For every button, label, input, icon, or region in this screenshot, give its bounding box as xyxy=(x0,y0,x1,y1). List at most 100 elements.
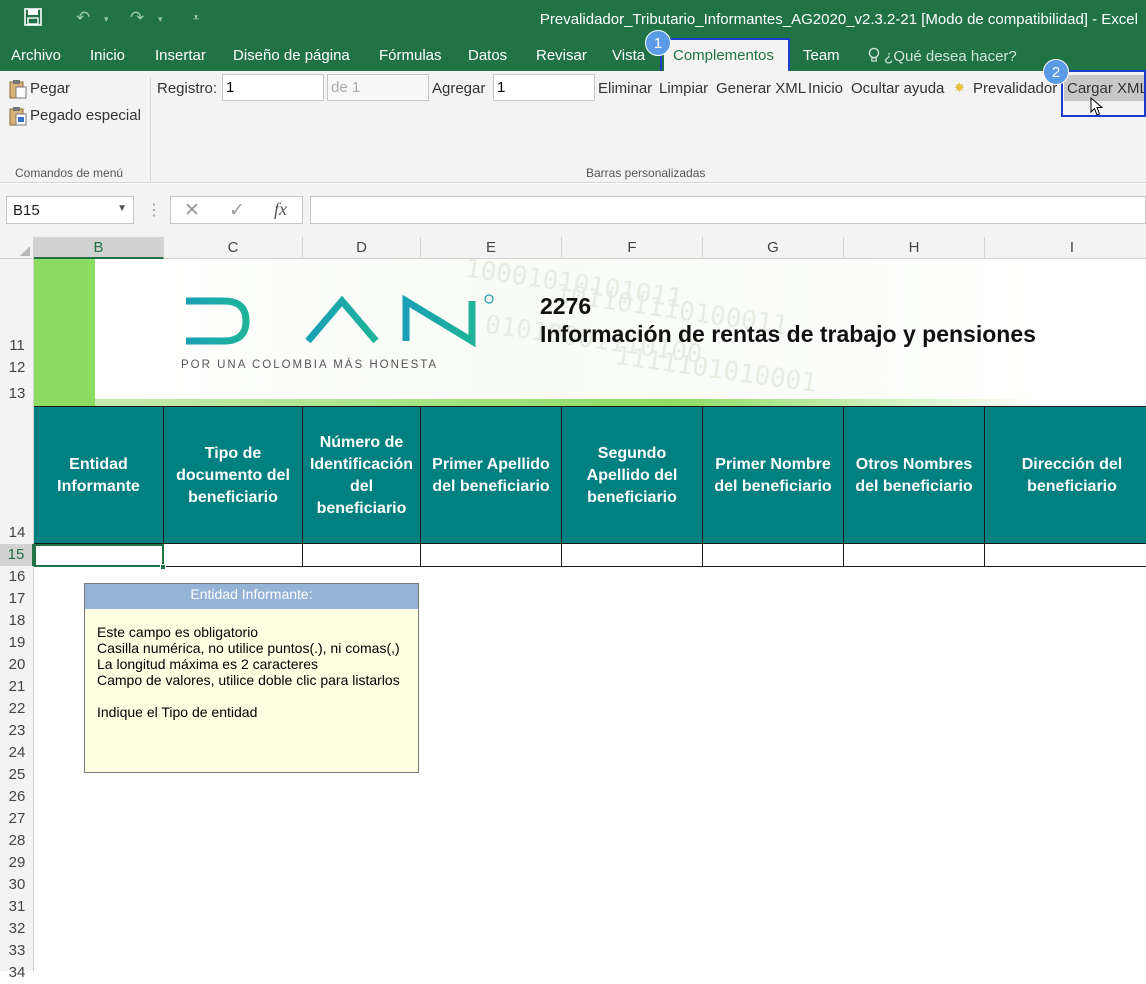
row-header[interactable]: 31 xyxy=(0,898,34,918)
ribbon-separator xyxy=(150,77,151,181)
column-header-c[interactable]: C xyxy=(164,237,303,259)
tab-inicio[interactable]: Inicio xyxy=(90,47,125,64)
tab-revisar[interactable]: Revisar xyxy=(536,47,587,64)
check-icon[interactable]: ✓ xyxy=(229,199,245,222)
row-headers: 11 12 13 14 15 16 17 18 19 20 21 22 23 2… xyxy=(0,259,34,981)
header-cell-tipo-documento[interactable]: Tipo de documento del beneficiario xyxy=(164,407,303,545)
resize-handle-icon[interactable]: ⋮ xyxy=(146,200,162,220)
cell-h15[interactable] xyxy=(844,544,985,566)
tell-me-search[interactable]: ¿Qué desea hacer? xyxy=(868,47,1017,65)
row-header[interactable]: 21 xyxy=(0,678,34,698)
dian-tagline: POR UNA COLOMBIA MÁS HONESTA xyxy=(181,359,439,371)
row-header[interactable]: 33 xyxy=(0,942,34,962)
column-header-d[interactable]: D xyxy=(303,237,421,259)
agregar-input[interactable] xyxy=(493,74,595,101)
cell-g15[interactable] xyxy=(703,544,844,566)
row-header[interactable]: 13 xyxy=(0,385,34,406)
row-header[interactable]: 18 xyxy=(0,612,34,632)
lightbulb-icon xyxy=(868,47,880,62)
window-title: Prevalidador_Tributario_Informantes_AG20… xyxy=(539,11,1138,28)
row-header[interactable]: 20 xyxy=(0,656,34,676)
cell-c15[interactable] xyxy=(164,544,303,566)
save-icon[interactable] xyxy=(24,8,42,31)
tab-formulas[interactable]: Fórmulas xyxy=(379,47,442,64)
help-box-title: Entidad Informante: xyxy=(85,584,418,609)
column-headers: B C D E F G H I xyxy=(0,237,1146,259)
ocultar-ayuda-button[interactable]: Ocultar ayuda xyxy=(851,80,944,97)
row-header[interactable]: 17 xyxy=(0,590,34,610)
eliminar-button[interactable]: Eliminar xyxy=(598,80,652,97)
row-header[interactable]: 14 xyxy=(0,524,34,544)
cell-f15[interactable] xyxy=(562,544,703,566)
fill-handle[interactable] xyxy=(160,564,166,570)
header-cell-primer-nombre[interactable]: Primer Nombre del beneficiario xyxy=(703,407,844,545)
registro-label: Registro: xyxy=(157,80,218,97)
row-header[interactable]: 30 xyxy=(0,876,34,896)
registro-input[interactable] xyxy=(222,74,324,101)
limpiar-button[interactable]: Limpiar xyxy=(659,80,708,97)
header-cell-otros-nombres[interactable]: Otros Nombres del beneficiario xyxy=(844,407,985,545)
paste-button[interactable]: Pegar xyxy=(30,80,70,97)
help-line: Casilla numérica, no utilice puntos(.), … xyxy=(97,640,400,656)
formula-input[interactable] xyxy=(310,196,1146,224)
inicio-button[interactable]: Inicio xyxy=(808,80,843,97)
group-label-custom-toolbars: Barras personalizadas xyxy=(586,166,706,180)
cell-e15[interactable] xyxy=(421,544,562,566)
column-header-i[interactable]: I xyxy=(985,237,1146,259)
undo-icon[interactable]: ↶ xyxy=(76,8,90,28)
row-header[interactable]: 27 xyxy=(0,810,34,830)
total-records-field xyxy=(327,74,429,101)
paste-icon xyxy=(9,79,27,102)
tab-archivo[interactable]: Archivo xyxy=(11,47,61,64)
name-box[interactable]: B15 ▼ xyxy=(6,196,134,224)
tab-insertar[interactable]: Insertar xyxy=(155,47,206,64)
row-header[interactable]: 19 xyxy=(0,634,34,654)
prevalidador-button[interactable]: Prevalidador xyxy=(973,80,1057,97)
header-cell-numero-identificacion[interactable]: Número de Identificación del beneficiari… xyxy=(303,407,421,545)
help-line: Este campo es obligatorio xyxy=(97,624,259,640)
row-header-selected[interactable]: 15 xyxy=(0,544,34,566)
row-header[interactable]: 29 xyxy=(0,854,34,874)
tab-diseno-pagina[interactable]: Diseño de página xyxy=(233,47,350,64)
customize-quick-access-icon[interactable]: ⩡ xyxy=(193,12,199,25)
row-header[interactable]: 26 xyxy=(0,788,34,808)
tell-me-text: ¿Qué desea hacer? xyxy=(884,48,1017,65)
row-header[interactable]: 11 xyxy=(0,337,34,357)
row-header[interactable]: 28 xyxy=(0,832,34,852)
column-header-b[interactable]: B xyxy=(34,237,164,259)
column-header-h[interactable]: H xyxy=(844,237,985,259)
chevron-down-icon[interactable]: ▼ xyxy=(117,203,127,214)
tab-datos[interactable]: Datos xyxy=(468,47,507,64)
row-header[interactable]: 32 xyxy=(0,920,34,940)
row-header[interactable]: 22 xyxy=(0,700,34,720)
redo-icon[interactable]: ↷ xyxy=(130,8,144,28)
row-header[interactable]: 24 xyxy=(0,744,34,764)
sparkle-icon: ✸ xyxy=(954,80,965,95)
column-header-f[interactable]: F xyxy=(562,237,703,259)
row-header[interactable]: 12 xyxy=(0,359,34,379)
paste-special-button[interactable]: Pegado especial xyxy=(30,107,141,124)
generar-xml-button[interactable]: Generar XML xyxy=(716,80,806,97)
header-cell-entidad-informante[interactable]: Entidad Informante xyxy=(34,407,164,545)
column-header-e[interactable]: E xyxy=(421,237,562,259)
select-all-corner[interactable] xyxy=(0,237,34,259)
row-header[interactable]: 34 xyxy=(0,964,34,984)
help-line: Campo de valores, utilice doble clic par… xyxy=(97,672,400,688)
cell-d15[interactable] xyxy=(303,544,421,566)
insert-function-icon[interactable]: fx xyxy=(274,199,287,220)
formula-bar: B15 ▼ ⋮ ✕ ✓ fx xyxy=(0,184,1146,237)
header-cell-segundo-apellido[interactable]: Segundo Apellido del beneficiario xyxy=(562,407,703,545)
header-cell-primer-apellido[interactable]: Primer Apellido del beneficiario xyxy=(421,407,562,545)
row-header[interactable]: 16 xyxy=(0,568,34,588)
tab-team[interactable]: Team xyxy=(803,47,840,64)
tab-vista[interactable]: Vista xyxy=(612,47,645,64)
cancel-icon[interactable]: ✕ xyxy=(184,199,200,222)
cell-i15[interactable] xyxy=(985,544,1146,566)
form-number: 2276 xyxy=(540,293,592,319)
row-header[interactable]: 25 xyxy=(0,766,34,786)
undo-dropdown-icon[interactable]: ▾ xyxy=(104,14,109,25)
column-header-g[interactable]: G xyxy=(703,237,844,259)
header-cell-direccion[interactable]: Dirección del beneficiario xyxy=(985,407,1146,545)
row-header[interactable]: 23 xyxy=(0,722,34,742)
redo-dropdown-icon[interactable]: ▾ xyxy=(158,14,163,25)
